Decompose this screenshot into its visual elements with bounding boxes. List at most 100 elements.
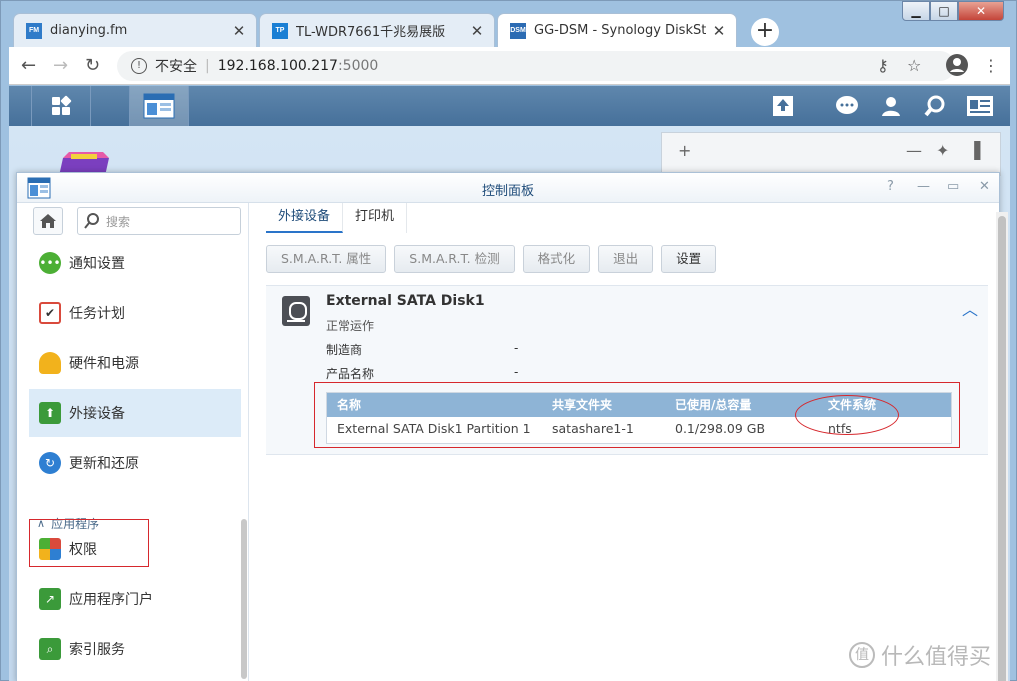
smart-info-button[interactable]: S.M.A.R.T. 属性 (266, 245, 387, 273)
lightbulb-icon (39, 352, 61, 374)
chevron-up-icon[interactable]: ︿ (962, 296, 978, 320)
search-placeholder: 搜索 (106, 214, 131, 229)
tab-printer[interactable]: 打印机 (343, 203, 408, 233)
dsm-favicon-icon: DSM (510, 22, 526, 39)
address-bar-row: ← → ↻ ! 不安全 | 192.168.100.217:5000 ⚷ ☆ ⋮ (9, 47, 1010, 85)
sidebar-scrollbar[interactable] (241, 519, 247, 679)
field-label: 制造商 (326, 343, 363, 357)
disk-name: External SATA Disk1 (326, 293, 485, 309)
tab-title: GG-DSM - Synology DiskStatio (534, 23, 706, 38)
security-label: 不安全 (155, 59, 197, 75)
sidebar-item-label: 硬件和电源 (69, 356, 139, 372)
content-tabs: 外接设备 打印机 (266, 203, 408, 233)
url-port: :5000 (337, 58, 379, 74)
sidebar-item-notification[interactable]: ••• 通知设置 (29, 239, 241, 287)
sidebar-item-hardware-power[interactable]: 硬件和电源 (29, 339, 241, 387)
maximize-icon[interactable]: ▭ (947, 179, 959, 194)
forward-arrow-icon[interactable]: → (53, 55, 68, 76)
tab-title: TL-WDR7661千兆易展版 (296, 25, 446, 40)
warning-icon: ! (131, 58, 147, 74)
toolbar: S.M.A.R.T. 属性 S.M.A.R.T. 检测 格式化 退出 设置 (266, 245, 724, 273)
sidebar-item-indexing[interactable]: ⌕ 索引服务 (29, 625, 241, 673)
window-title: 控制面板 (481, 184, 534, 199)
key-icon[interactable]: ⚷ (877, 56, 889, 75)
dsm-desktop: + — ✦ ▐ 控制面板 ? — ▭ ✕ 搜索 ••• 通知设置 ✔ 任务计划 … (9, 86, 1010, 681)
sidebar-item-label: 更新和还原 (69, 456, 139, 472)
portal-arrow-icon: ↗ (39, 588, 61, 610)
settings-button[interactable]: 设置 (661, 245, 717, 273)
upload-icon[interactable] (771, 94, 795, 118)
disk-status: 正常运作 (326, 319, 375, 333)
watermark: 值 什么值得买 (849, 639, 991, 671)
field-product-name: 产品名称 - (326, 365, 518, 382)
main-menu-button[interactable] (31, 86, 91, 126)
close-window-button[interactable]: ✕ (958, 1, 1004, 21)
chat-bubble-icon: ••• (39, 252, 61, 274)
browser-tab-dsm[interactable]: DSM GG-DSM - Synology DiskStatio ✕ (497, 13, 737, 47)
back-arrow-icon[interactable]: ← (21, 55, 36, 76)
pin-icon[interactable]: ✦ (936, 141, 949, 160)
url-host: 192.168.100.217 (217, 58, 338, 74)
eject-button[interactable]: 退出 (598, 245, 654, 273)
search-icon[interactable] (923, 94, 947, 118)
url-field[interactable]: ! 不安全 | 192.168.100.217:5000 (117, 51, 955, 81)
sidebar-item-task-scheduler[interactable]: ✔ 任务计划 (29, 289, 241, 337)
watermark-logo-icon: 值 (849, 642, 875, 668)
tab-title: dianying.fm (50, 23, 128, 38)
star-icon[interactable]: ☆ (907, 56, 921, 75)
sidebar-item-external-devices[interactable]: ⬆ 外接设备 (29, 389, 241, 437)
grid-menu-icon (52, 95, 72, 115)
close-icon[interactable]: ✕ (470, 22, 484, 40)
minimize-icon[interactable]: — (906, 141, 922, 160)
dsm-taskbar (9, 86, 1010, 126)
search-input[interactable]: 搜索 (77, 207, 241, 235)
scrollbar-thumb[interactable] (998, 216, 1006, 681)
minimize-icon[interactable]: — (917, 179, 930, 194)
minimize-button[interactable]: ▁ (902, 1, 930, 21)
reload-icon[interactable]: ↻ (85, 55, 100, 76)
search-index-icon: ⌕ (39, 638, 61, 660)
page-scrollbar[interactable] (996, 212, 1008, 681)
watermark-text: 什么值得买 (881, 645, 992, 670)
url-separator: | (205, 58, 210, 74)
field-manufacturer: 制造商 - (326, 341, 518, 358)
window-header: 控制面板 ? — ▭ ✕ (17, 173, 999, 203)
close-icon[interactable]: ✕ (712, 22, 726, 40)
browser-tab-tplink[interactable]: TP TL-WDR7661千兆易展版 ✕ (259, 13, 495, 47)
window-controls: ▁ □ ✕ (902, 1, 1004, 21)
home-icon (40, 214, 56, 228)
home-button[interactable] (33, 207, 63, 235)
close-icon[interactable]: ✕ (232, 22, 246, 40)
field-value: - (514, 365, 519, 379)
sidebar-item-update-restore[interactable]: ↻ 更新和还原 (29, 439, 241, 487)
sidebar-item-label: 索引服务 (69, 642, 125, 658)
sidebar-item-label: 外接设备 (69, 406, 125, 422)
control-panel-task-button[interactable] (129, 86, 189, 126)
sidebar-item-app-portal[interactable]: ↗ 应用程序门户 (29, 575, 241, 623)
widgets-icon[interactable] (965, 94, 995, 118)
more-vert-icon[interactable]: ⋮ (983, 56, 999, 75)
help-icon[interactable]: ? (887, 179, 894, 194)
maximize-button[interactable]: □ (930, 1, 958, 21)
close-icon[interactable]: ✕ (979, 179, 990, 194)
upload-device-icon: ⬆ (39, 402, 61, 424)
user-icon[interactable] (879, 94, 903, 118)
add-icon[interactable]: + (678, 141, 691, 160)
sidebar: 搜索 ••• 通知设置 ✔ 任务计划 硬件和电源 ⬆ 外接设备 ↻ 更新和还原 … (17, 203, 249, 681)
panel-icon[interactable]: ▐ (968, 141, 980, 160)
field-value: - (514, 341, 519, 355)
highlight-annotation (29, 519, 149, 567)
sidebar-item-label: 应用程序门户 (69, 592, 153, 608)
chat-icon[interactable] (835, 94, 859, 118)
control-panel-icon (143, 93, 175, 119)
tab-external-devices[interactable]: 外接设备 (266, 203, 344, 233)
field-label: 产品名称 (326, 367, 375, 381)
fm-favicon-icon: FM (26, 22, 42, 39)
refresh-icon: ↻ (39, 452, 61, 474)
new-tab-button[interactable]: + (751, 18, 779, 46)
account-icon[interactable] (945, 53, 969, 81)
smart-test-button[interactable]: S.M.A.R.T. 检测 (394, 245, 515, 273)
browser-tab-dianying[interactable]: FM dianying.fm ✕ (13, 13, 257, 47)
tab-strip: FM dianying.fm ✕ TP TL-WDR7661千兆易展版 ✕ DS… (9, 1, 1010, 47)
format-button[interactable]: 格式化 (522, 245, 591, 273)
